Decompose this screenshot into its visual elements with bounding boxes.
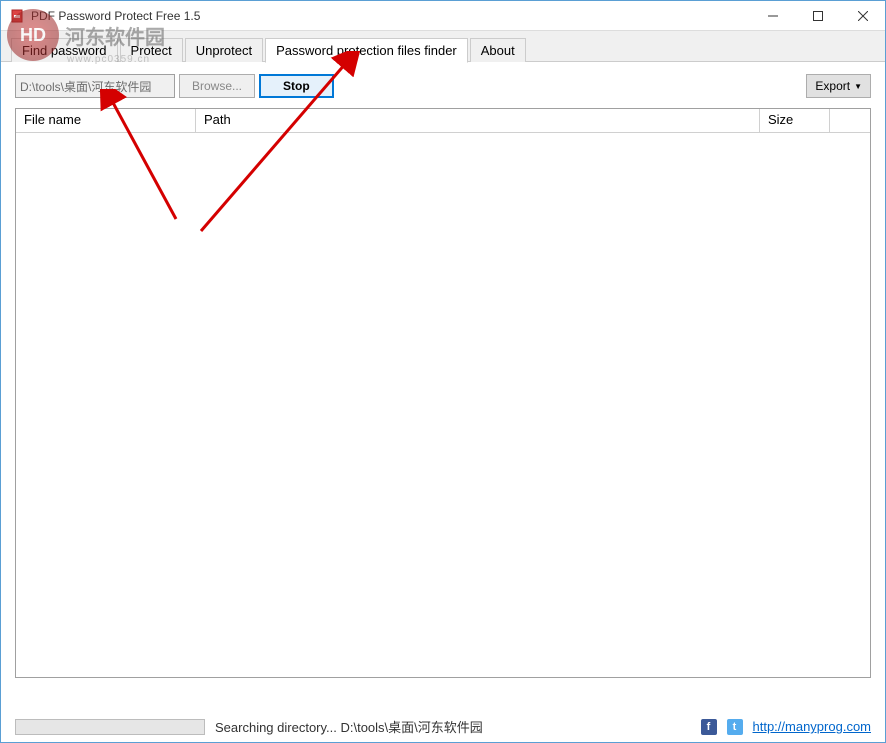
facebook-icon[interactable]: f <box>701 719 717 735</box>
column-filename[interactable]: File name <box>16 109 196 132</box>
window-title: PDF Password Protect Free 1.5 <box>31 9 750 23</box>
dropdown-arrow-icon: ▼ <box>854 82 862 91</box>
toolbar: Browse... Stop Export ▼ <box>1 62 885 108</box>
close-button[interactable] <box>840 1 885 30</box>
tab-find-password[interactable]: Find password <box>11 38 118 62</box>
title-bar: PDF Password Protect Free 1.5 <box>1 1 885 31</box>
browse-button[interactable]: Browse... <box>179 74 255 98</box>
table-header: File name Path Size <box>16 109 870 133</box>
tab-unprotect[interactable]: Unprotect <box>185 38 263 62</box>
export-label: Export <box>815 79 850 93</box>
path-input[interactable] <box>15 74 175 98</box>
column-size[interactable]: Size <box>760 109 830 132</box>
progress-bar <box>15 719 205 735</box>
tab-password-protection-files-finder[interactable]: Password protection files finder <box>265 38 468 63</box>
minimize-button[interactable] <box>750 1 795 30</box>
tab-bar: Find password Protect Unprotect Password… <box>1 31 885 62</box>
tab-protect[interactable]: Protect <box>120 38 183 62</box>
column-path[interactable]: Path <box>196 109 760 132</box>
status-bar: Searching directory... D:\tools\桌面\河东软件园… <box>15 717 871 736</box>
tab-about[interactable]: About <box>470 38 526 62</box>
app-icon <box>9 8 25 24</box>
website-link[interactable]: http://manyprog.com <box>753 719 872 734</box>
column-spacer <box>830 109 870 132</box>
twitter-icon[interactable]: t <box>727 719 743 735</box>
window-controls <box>750 1 885 30</box>
maximize-button[interactable] <box>795 1 840 30</box>
export-button[interactable]: Export ▼ <box>806 74 871 98</box>
status-text: Searching directory... D:\tools\桌面\河东软件园 <box>215 717 691 736</box>
stop-button[interactable]: Stop <box>259 74 334 98</box>
results-table: File name Path Size <box>15 108 871 678</box>
